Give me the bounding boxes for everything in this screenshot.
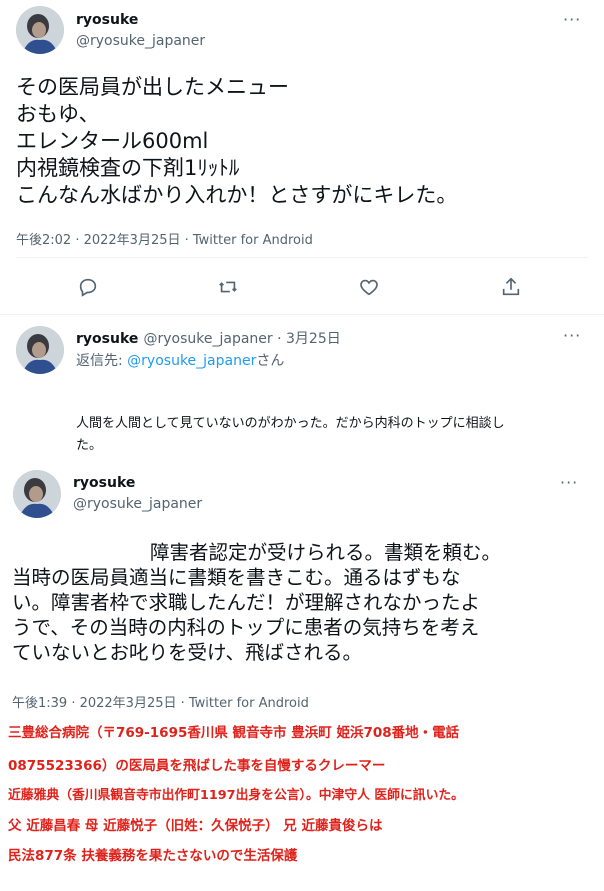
tweet-text-line: 人間を人間として見ていないのがわかった。だから内科のトップに相談し bbox=[76, 416, 505, 431]
author-name[interactable]: ryosuke bbox=[76, 12, 138, 28]
divider bbox=[16, 257, 588, 258]
author-name[interactable]: ryosuke bbox=[76, 331, 138, 347]
caption-line: 民法877条 扶養義務を果たさないので生活保護 bbox=[8, 848, 298, 864]
tweet-text-line: た。 bbox=[76, 438, 103, 453]
reply-icon[interactable] bbox=[77, 276, 99, 298]
tweet-text: 障害者認定が受けられる。書類を頼む。 当時の医局員適当に書類を書きこむ。通るはず… bbox=[12, 540, 592, 665]
more-options-icon[interactable]: ··· bbox=[563, 10, 581, 29]
author-handle-date[interactable]: @ryosuke_japaner · 3月25日 bbox=[143, 331, 340, 347]
caption-line: 近藤雅典（香川県観音寺市出作町1197出身を公言）。中津守人 医師に訊いた。 bbox=[8, 788, 464, 803]
tweet-text-line: ていないとお叱りを受け、飛ばされる。 bbox=[12, 641, 363, 664]
author-handle[interactable]: @ryosuke_japaner bbox=[73, 496, 202, 512]
reply-prefix: 返信先: bbox=[76, 353, 128, 369]
retweet-icon[interactable] bbox=[217, 276, 239, 298]
caption-line: 0875523366）の医局員を飛ばした事を自慢するクレーマー bbox=[8, 758, 386, 774]
tweet-text-line: 障害者認定が受けられる。書類を頼む。 bbox=[150, 541, 502, 564]
tweet-text-line: い。障害者枠で求職したんだ！が理解されなかったよ bbox=[12, 591, 481, 614]
avatar[interactable] bbox=[16, 326, 64, 374]
caption-line: 三豊総合病院（〒769-1695香川県 観音寺市 豊浜町 姫浜708番地・電話 bbox=[8, 725, 460, 741]
annotation-caption: 三豊総合病院（〒769-1695香川県 観音寺市 豊浜町 姫浜708番地・電話 … bbox=[8, 722, 602, 875]
tweet-text-line: 当時の医局員適当に書類を書きこむ。通るはずもな bbox=[12, 566, 461, 589]
tweet-text-line: うで、その当時の内科のトップに患者の気持ちを考え bbox=[12, 616, 480, 639]
caption-line: 父 近藤昌春 母 近藤悦子（旧姓：久保悦子） 兄 近藤貴俊らは bbox=[8, 818, 383, 834]
author-name[interactable]: ryosuke bbox=[73, 475, 135, 491]
author-handle[interactable]: @ryosuke_japaner bbox=[76, 33, 205, 49]
like-icon[interactable] bbox=[358, 276, 380, 298]
reply-context: 返信先: @ryosuke_japanerさん bbox=[76, 350, 284, 370]
tweet-meta[interactable]: 午後2:02 · 2022年3月25日 · Twitter for Androi… bbox=[16, 229, 313, 248]
action-bar bbox=[0, 276, 604, 300]
avatar[interactable] bbox=[16, 6, 64, 54]
reply-handle-link[interactable]: @ryosuke_japaner bbox=[127, 353, 256, 369]
tweet-text: その医局員が出したメニュー おもゆ、 エレンタール600ml 内視鏡検査の下剤1… bbox=[16, 75, 458, 207]
share-icon[interactable] bbox=[500, 276, 522, 298]
tweet-meta[interactable]: 午後1:39 · 2022年3月25日 · Twitter for Androi… bbox=[12, 692, 309, 711]
more-options-icon[interactable]: ··· bbox=[560, 473, 578, 492]
reply-suffix: さん bbox=[256, 353, 285, 369]
avatar[interactable] bbox=[13, 470, 61, 518]
more-options-icon[interactable]: ··· bbox=[563, 326, 581, 345]
divider bbox=[0, 314, 604, 315]
tweet-header: ryosuke @ryosuke_japaner · 3月25日 bbox=[76, 328, 341, 348]
